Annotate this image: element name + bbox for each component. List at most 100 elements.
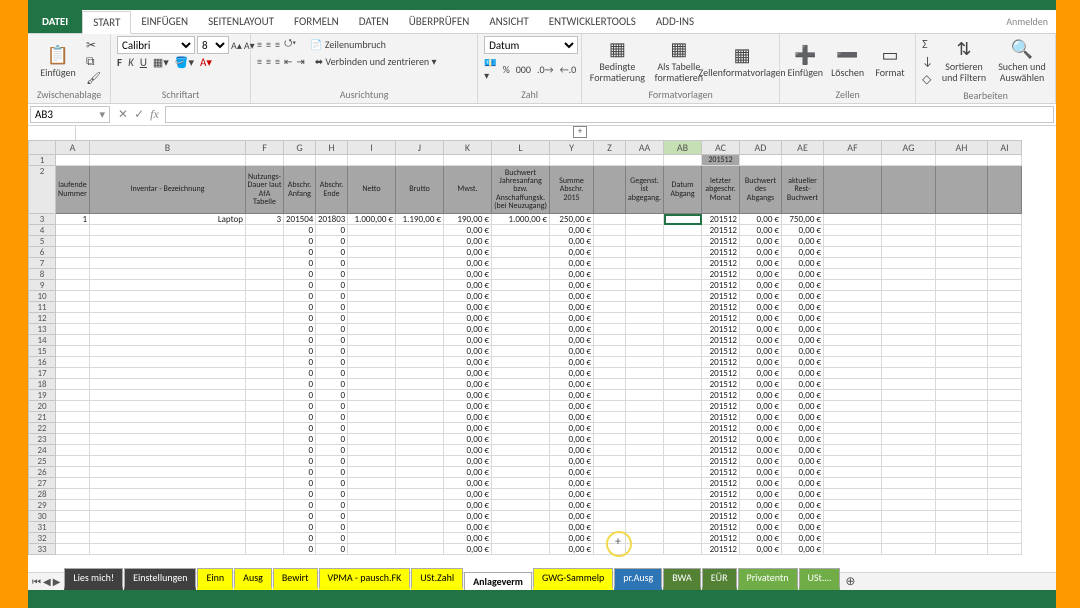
cell[interactable]: 0 xyxy=(316,478,348,489)
cell[interactable] xyxy=(594,434,626,445)
cell[interactable]: 0,00 € xyxy=(444,434,492,445)
cell[interactable] xyxy=(348,225,396,236)
cell[interactable] xyxy=(664,258,702,269)
cell[interactable] xyxy=(626,313,664,324)
cell[interactable]: 0,00 € xyxy=(782,467,824,478)
cell[interactable] xyxy=(348,291,396,302)
cell[interactable] xyxy=(824,155,882,166)
cell[interactable] xyxy=(348,236,396,247)
cell[interactable]: 0,00 € xyxy=(444,225,492,236)
cell[interactable]: 201512 xyxy=(702,445,740,456)
cell[interactable] xyxy=(988,280,1022,291)
cell[interactable]: 0,00 € xyxy=(444,357,492,368)
cell[interactable]: 0,00 € xyxy=(740,434,782,445)
cell[interactable] xyxy=(882,302,936,313)
row-header[interactable]: 28 xyxy=(28,489,56,500)
cell-styles-button[interactable]: ▦Zellenformatvorlagen xyxy=(711,36,773,86)
cell[interactable]: 0,00 € xyxy=(550,434,594,445)
align-left-icon[interactable]: ≡ xyxy=(257,55,262,68)
indent-dec-icon[interactable]: ⇤ xyxy=(284,55,292,68)
tab-start[interactable]: START xyxy=(82,11,131,34)
cell[interactable] xyxy=(594,522,626,533)
cell[interactable]: 0 xyxy=(284,412,316,423)
row-header[interactable]: 13 xyxy=(28,324,56,335)
cell[interactable] xyxy=(824,456,882,467)
underline-button[interactable]: U xyxy=(140,56,147,69)
row-header[interactable]: 5 xyxy=(28,236,56,247)
cell[interactable] xyxy=(824,390,882,401)
cell[interactable]: Brutto xyxy=(396,166,444,214)
cell[interactable] xyxy=(882,478,936,489)
cell[interactable]: 0,00 € xyxy=(444,313,492,324)
cell[interactable]: 0 xyxy=(316,269,348,280)
cell[interactable] xyxy=(246,511,284,522)
cell[interactable]: 0,00 € xyxy=(550,423,594,434)
cancel-formula-icon[interactable]: ✕ xyxy=(118,107,128,122)
cell[interactable]: 250,00 € xyxy=(550,214,594,225)
cell[interactable] xyxy=(56,346,90,357)
cell[interactable]: 0 xyxy=(316,434,348,445)
cell[interactable] xyxy=(90,155,246,166)
cell[interactable]: 0,00 € xyxy=(782,313,824,324)
cell[interactable] xyxy=(988,478,1022,489)
select-all-corner[interactable] xyxy=(28,140,56,155)
cell[interactable] xyxy=(988,258,1022,269)
cell[interactable] xyxy=(348,155,396,166)
cell[interactable] xyxy=(936,357,988,368)
cell[interactable] xyxy=(348,445,396,456)
cell[interactable] xyxy=(492,500,550,511)
column-header-Y[interactable]: Y xyxy=(550,140,594,155)
cell[interactable] xyxy=(492,478,550,489)
cell[interactable] xyxy=(246,379,284,390)
cell[interactable]: 0,00 € xyxy=(782,225,824,236)
cell[interactable] xyxy=(626,302,664,313)
copy-icon[interactable]: ⧉ xyxy=(86,55,101,69)
cell[interactable] xyxy=(492,346,550,357)
cell[interactable] xyxy=(246,335,284,346)
row-header[interactable]: 6 xyxy=(28,247,56,258)
cell[interactable]: 0,00 € xyxy=(444,478,492,489)
cell[interactable] xyxy=(594,401,626,412)
cell[interactable]: 0 xyxy=(316,412,348,423)
cell[interactable] xyxy=(492,335,550,346)
tab-insert[interactable]: EINFÜGEN xyxy=(131,10,198,33)
cell[interactable]: 0,00 € xyxy=(444,511,492,522)
cell[interactable] xyxy=(882,401,936,412)
font-family-select[interactable]: Calibri xyxy=(117,36,195,54)
add-sheet-button[interactable]: ⊕ xyxy=(845,574,855,589)
sheet-tab[interactable]: GWG-Sammelp xyxy=(533,568,613,590)
cell[interactable] xyxy=(988,357,1022,368)
cell[interactable] xyxy=(56,511,90,522)
sheet-tab[interactable]: Einn xyxy=(197,568,233,590)
cell[interactable] xyxy=(56,500,90,511)
cell[interactable] xyxy=(396,423,444,434)
align-center-icon[interactable]: ≡ xyxy=(266,55,271,68)
cell[interactable] xyxy=(90,500,246,511)
cell[interactable] xyxy=(492,511,550,522)
cell[interactable]: 201512 xyxy=(702,434,740,445)
cell[interactable] xyxy=(348,324,396,335)
cell[interactable]: 0,00 € xyxy=(444,533,492,544)
cell[interactable] xyxy=(626,544,664,555)
cell[interactable] xyxy=(246,280,284,291)
cell[interactable] xyxy=(396,434,444,445)
cell[interactable] xyxy=(626,478,664,489)
row-header[interactable]: 33 xyxy=(28,544,56,555)
cell[interactable] xyxy=(626,522,664,533)
cell[interactable] xyxy=(936,456,988,467)
wrap-text-button[interactable]: 📄 Zeilenumbruch xyxy=(310,38,386,51)
sheet-tab[interactable]: Einstellungen xyxy=(124,568,196,590)
cell[interactable]: 0,00 € xyxy=(550,368,594,379)
cell[interactable]: 0 xyxy=(316,313,348,324)
cell[interactable] xyxy=(882,467,936,478)
cell[interactable] xyxy=(348,269,396,280)
cell[interactable] xyxy=(988,401,1022,412)
cell[interactable]: 0 xyxy=(284,511,316,522)
cell[interactable] xyxy=(348,489,396,500)
cell[interactable] xyxy=(936,280,988,291)
cell[interactable]: 0 xyxy=(316,423,348,434)
cell[interactable]: 0,00 € xyxy=(740,269,782,280)
cell[interactable]: 0,00 € xyxy=(740,368,782,379)
grow-font-icon[interactable]: A▴ xyxy=(231,39,242,52)
fill-button[interactable]: ↓ xyxy=(922,55,933,69)
